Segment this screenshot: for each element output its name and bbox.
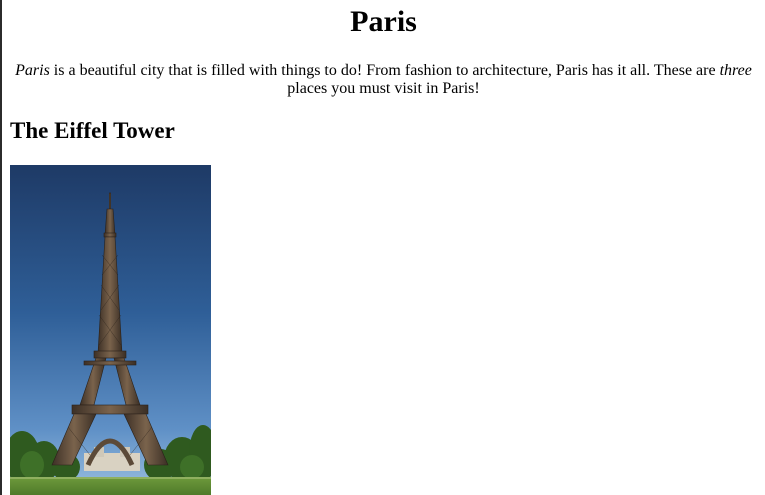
intro-text-2: places you must visit in Paris!	[287, 80, 480, 97]
section-heading-eiffel-tower: The Eiffel Tower	[10, 118, 175, 143]
intro-text-1: is a beautiful city that is filled with …	[49, 62, 720, 79]
intro-count-emphasis: three	[719, 62, 752, 79]
eiffel-tower-image	[10, 165, 211, 495]
intro-paragraph: Paris is a beautiful city that is filled…	[8, 62, 759, 98]
intro-city-emphasis: Paris	[15, 62, 50, 79]
page-title: Paris	[350, 5, 417, 38]
